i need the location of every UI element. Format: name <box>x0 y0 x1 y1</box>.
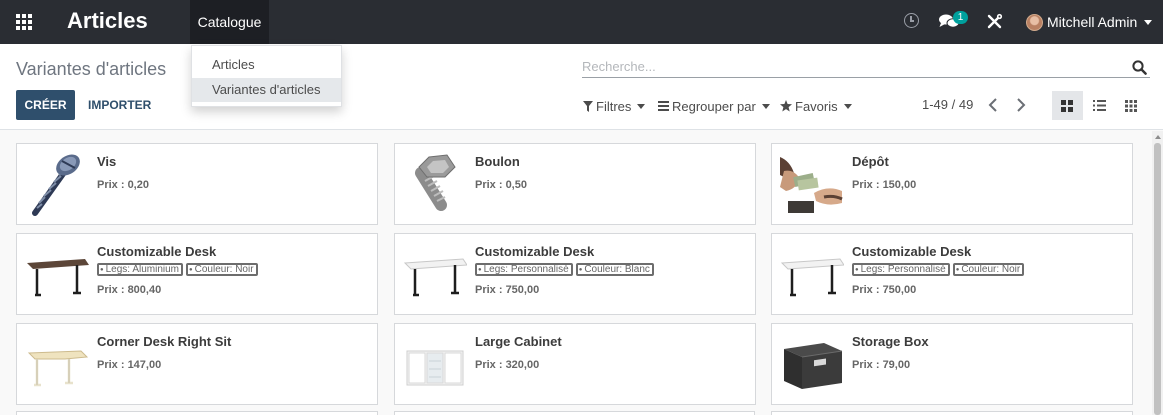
activity-clock-icon[interactable] <box>904 13 919 28</box>
messages-count-badge: 1 <box>953 11 968 24</box>
product-price: Prix : 320,00 <box>475 359 540 371</box>
search-input[interactable] <box>582 56 1150 78</box>
variant-tag: Couleur: Noir <box>952 263 1025 276</box>
variant-tags: Legs: Personnalisé Couleur: Noir <box>852 263 1027 276</box>
product-card-partial[interactable] <box>771 411 1133 415</box>
product-name: Customizable Desk <box>97 244 217 259</box>
white-desk-image <box>403 258 467 297</box>
group-by-label: Regrouper par <box>672 98 756 114</box>
product-name: Large Cabinet <box>475 334 562 349</box>
apps-menu-icon[interactable] <box>16 14 33 30</box>
product-name: Customizable Desk <box>852 244 972 259</box>
product-card-corner-desk-right-sit[interactable]: Corner Desk Right Sit Prix : 147,00 <box>16 323 378 405</box>
scrollbar-thumb[interactable] <box>1154 143 1161 415</box>
product-card-customizable-desk[interactable]: Customizable Desk Legs: Personnalisé Cou… <box>394 233 756 315</box>
scroll-up-icon[interactable] <box>1155 135 1161 139</box>
pager-previous-icon[interactable] <box>987 97 999 113</box>
white-desk-image <box>780 258 844 297</box>
screw-image <box>32 154 80 216</box>
product-name: Storage Box <box>852 334 929 349</box>
main-navbar: Articles Catalogue 1 Mitchell Admin <box>0 0 1163 44</box>
dark-desk-image <box>27 259 89 297</box>
product-name: Dépôt <box>852 154 889 169</box>
product-price: Prix : 750,00 <box>475 284 540 296</box>
chevron-down-icon <box>1144 19 1153 25</box>
filter-funnel-icon <box>583 100 593 112</box>
variant-tags: Legs: Aluminium Couleur: Noir <box>97 263 261 276</box>
product-card-depot[interactable]: Dépôt Prix : 150,00 <box>771 143 1133 225</box>
group-by-bars-icon <box>658 101 669 111</box>
list-icon <box>1093 100 1106 111</box>
variant-tag: Legs: Aluminium <box>97 263 183 276</box>
chevron-down-icon <box>761 103 770 109</box>
product-card-partial[interactable] <box>394 411 755 415</box>
product-price: Prix : 750,00 <box>852 284 917 296</box>
product-card-large-cabinet[interactable]: Large Cabinet Prix : 320,00 <box>394 323 756 405</box>
breadcrumb: Variantes d'articles <box>16 59 167 79</box>
product-card-customizable-desk[interactable]: Customizable Desk Legs: Personnalisé Cou… <box>771 233 1133 315</box>
pager-next-icon[interactable] <box>1015 97 1027 113</box>
filters-label: Filtres <box>596 98 632 114</box>
variant-tag: Couleur: Blanc <box>575 263 654 276</box>
pivot-grid-icon <box>1125 100 1137 112</box>
product-name: Boulon <box>475 154 520 169</box>
kanban-scrollbar[interactable] <box>1152 131 1163 415</box>
product-card-storage-box[interactable]: Storage Box Prix : 79,00 <box>771 323 1133 405</box>
import-button[interactable]: IMPORTER <box>88 90 151 120</box>
chevron-down-icon <box>637 103 646 109</box>
product-card-partial[interactable] <box>16 411 378 415</box>
user-avatar <box>1026 13 1043 31</box>
product-name: Corner Desk Right Sit <box>97 334 232 349</box>
star-icon <box>780 100 792 112</box>
corner-desk-image <box>27 350 89 387</box>
variant-tag: Couleur: Noir <box>186 263 258 276</box>
product-price: Prix : 800,40 <box>97 284 162 296</box>
app-title[interactable]: Articles <box>67 8 148 34</box>
control-panel: Variantes d'articles CRÉER IMPORTER Filt… <box>0 44 1163 130</box>
storage-box-image <box>784 343 843 389</box>
product-price: Prix : 0,20 <box>97 179 149 191</box>
search-icon[interactable] <box>1132 60 1147 75</box>
variant-tag: Legs: Personnalisé <box>475 263 573 276</box>
kanban-view: Vis Prix : 0,20 Boulon Prix : 0,50 Dépôt… <box>0 131 1150 415</box>
menu-catalogue[interactable]: Catalogue <box>190 0 269 44</box>
product-name: Customizable Desk <box>475 244 595 259</box>
product-card-boulon[interactable]: Boulon Prix : 0,50 <box>394 143 756 225</box>
product-price: Prix : 150,00 <box>852 179 917 191</box>
user-name: Mitchell Admin <box>1047 14 1138 30</box>
user-menu[interactable]: Mitchell Admin <box>1026 12 1153 32</box>
variant-tags: Legs: Personnalisé Couleur: Blanc <box>475 263 657 276</box>
debug-tools-icon[interactable] <box>986 13 1003 30</box>
product-card-vis[interactable]: Vis Prix : 0,20 <box>16 143 378 225</box>
favorites-label: Favoris <box>795 98 838 114</box>
product-name: Vis <box>97 154 117 169</box>
product-price: Prix : 79,00 <box>852 359 911 371</box>
catalogue-dropdown: Articles Variantes d'articles <box>191 45 342 107</box>
product-card-customizable-desk[interactable]: Customizable Desk Legs: Aluminium Couleu… <box>16 233 378 315</box>
filters-button[interactable]: Filtres <box>583 97 646 115</box>
bolt-image <box>415 154 456 211</box>
group-by-button[interactable]: Regrouper par <box>658 97 770 115</box>
product-price: Prix : 0,50 <box>475 179 527 191</box>
product-price: Prix : 147,00 <box>97 359 162 371</box>
create-button[interactable]: CRÉER <box>16 90 75 120</box>
list-view-button[interactable] <box>1084 91 1115 120</box>
chevron-down-icon <box>843 103 852 109</box>
money-hands-image <box>780 157 843 213</box>
dropdown-item-articles[interactable]: Articles <box>192 53 341 77</box>
pivot-view-button[interactable] <box>1116 91 1147 120</box>
kanban-view-button[interactable] <box>1052 91 1083 120</box>
kanban-grid-icon <box>1061 100 1073 112</box>
cabinet-image <box>406 350 464 386</box>
variant-tag: Legs: Personnalisé <box>852 263 950 276</box>
dropdown-item-product-variants[interactable]: Variantes d'articles <box>192 78 341 102</box>
favorites-button[interactable]: Favoris <box>780 97 852 115</box>
pager-value[interactable]: 1-49 / 49 <box>922 97 973 112</box>
